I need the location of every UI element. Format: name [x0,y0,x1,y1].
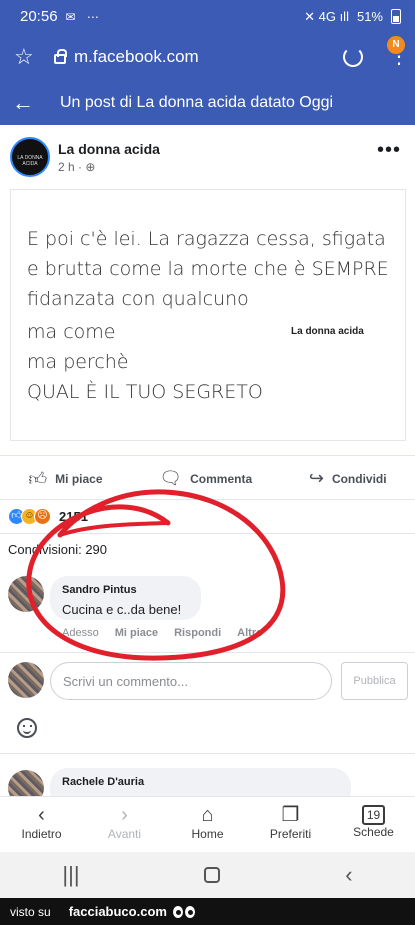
comment-author[interactable]: Sandro Pintus [62,584,189,596]
comment-actions: Adesso Mi piace Rispondi Altro [62,627,263,639]
image-text-line: fidanzata con qualcuno [27,288,249,310]
url-text[interactable]: m.facebook.com [74,47,199,67]
share-button[interactable]: ↪ Condividi [309,468,387,489]
browser-menu-button[interactable]: ⋮ N [387,36,409,67]
page-title: Un post di La donna acida datato Oggi [60,94,334,111]
avatar-text: LA DONNA ACIDA [17,155,43,167]
android-nav-bar: ||| ‹ [0,852,415,898]
divider [0,455,415,456]
publish-button[interactable]: Pubblica [341,662,408,700]
recent-apps-icon[interactable]: ||| [62,862,79,888]
user-avatar [8,662,44,698]
status-left-icons: ✉ ⋯ [65,9,103,24]
comment-text: Cucina e c..da bene! [62,602,182,617]
nav-back-button[interactable]: ‹ Indietro [2,797,82,852]
post-meta: 2 h · ⊕ [58,160,96,174]
image-text-line: e brutta come la morte che è SEMPRE [27,258,389,280]
battery-percent: 51% [356,9,383,24]
post-author[interactable]: La donna acida [58,141,160,157]
emoji-icon[interactable] [17,718,37,738]
nav-label: Avanti [107,827,142,841]
nav-home-button[interactable]: ⌂ Home [168,797,248,852]
reaction-count: 2151 [59,508,88,524]
reactions-summary[interactable]: 👍︎ ☺ ☹ 2151 [8,506,88,526]
comment-time: Adesso [62,627,99,639]
angry-reaction-icon: ☹ [34,507,51,525]
image-text-line: ma come [27,321,116,343]
lock-icon [54,49,67,64]
thumbs-up-icon: 👍︎ [28,468,48,489]
signal-icon: ✕ 4G ıll [304,8,349,24]
divider [0,652,415,653]
comment-more-button[interactable]: Altro [237,627,263,639]
status-right: ✕ 4G ıll 51% [304,9,401,25]
post-image[interactable]: E poi c'è lei. La ragazza cessa, sfigata… [10,189,406,441]
post-header: LA DONNA ACIDA La donna acida 2 h · ⊕ ••… [0,125,415,185]
watermark-prefix: visto su [10,904,51,919]
nav-label: Home [191,827,224,841]
image-watermark: La donna acida [291,326,364,337]
page-header: ← Un post di La donna acida datato Oggi [0,81,415,125]
forward-icon: › [121,804,128,826]
home-icon: ⌂ [201,804,214,826]
comment-bubble: Sandro Pintus Cucina e c..da bene! [50,576,201,620]
browser-url-bar: ☆ m.facebook.com ⋮ N [0,33,415,81]
tabs-icon: 19 [361,805,386,825]
comment-reply-button[interactable]: Rispondi [174,627,221,639]
nav-tabs-button[interactable]: 19 Schede [334,797,414,852]
share-icon: ↪ [308,468,324,488]
status-bar: 20:56 ✉ ⋯ ✕ 4G ıll 51% [0,0,415,33]
comment-input[interactable]: Scrivi un commento... [50,662,332,700]
comment-label: Commenta [190,471,253,486]
nav-label: Indietro [21,827,62,841]
more-options-icon[interactable]: ••• [377,139,401,162]
watermark-site: facciabuco.com [68,904,167,919]
page-avatar[interactable]: LA DONNA ACIDA [10,137,50,177]
reload-icon[interactable] [343,47,363,67]
android-back-icon[interactable]: ‹ [345,862,352,888]
nav-label: Schede [353,825,394,839]
back-icon: ‹ [38,804,45,826]
post-actions: 👍︎ Mi piace 🗨︎ Commenta ↪ Condividi [0,458,415,500]
comment-like-button[interactable]: Mi piace [115,627,158,639]
eyes-icon [172,905,195,918]
nav-label: Preferiti [269,827,312,841]
battery-icon [391,9,401,24]
image-text-line: QUAL È IL TUO SEGRETO [27,381,263,403]
like-button[interactable]: 👍︎ Mi piace [28,468,102,490]
site-watermark: visto su facciabuco.com [0,898,415,925]
divider [0,533,415,534]
image-text-line: E poi c'è lei. La ragazza cessa, sfigata [27,228,386,250]
status-time: 20:56 [20,8,58,25]
shares-count[interactable]: Condivisioni: 290 [8,542,107,557]
notification-badge: N [387,36,405,54]
browser-bottom-nav: ‹ Indietro › Avanti ⌂ Home ❐ Preferiti 1… [0,796,415,852]
android-home-icon[interactable] [204,867,221,883]
back-arrow-icon[interactable]: ← [0,90,60,116]
comment-button[interactable]: 🗨︎ Commenta [159,468,252,489]
commenter-avatar[interactable] [8,576,44,612]
like-label: Mi piace [55,471,103,486]
share-label: Condividi [331,471,387,486]
comment-author[interactable]: Rachele D'auria [62,776,339,788]
divider [0,753,415,754]
nav-bookmarks-button[interactable]: ❐ Preferiti [251,797,331,852]
star-icon[interactable]: ☆ [14,44,46,70]
nav-forward-button[interactable]: › Avanti [85,797,165,852]
comment-icon: 🗨︎ [159,468,183,488]
image-text-line: ma perchè [27,351,129,373]
bookmarks-icon: ❐ [281,804,300,826]
